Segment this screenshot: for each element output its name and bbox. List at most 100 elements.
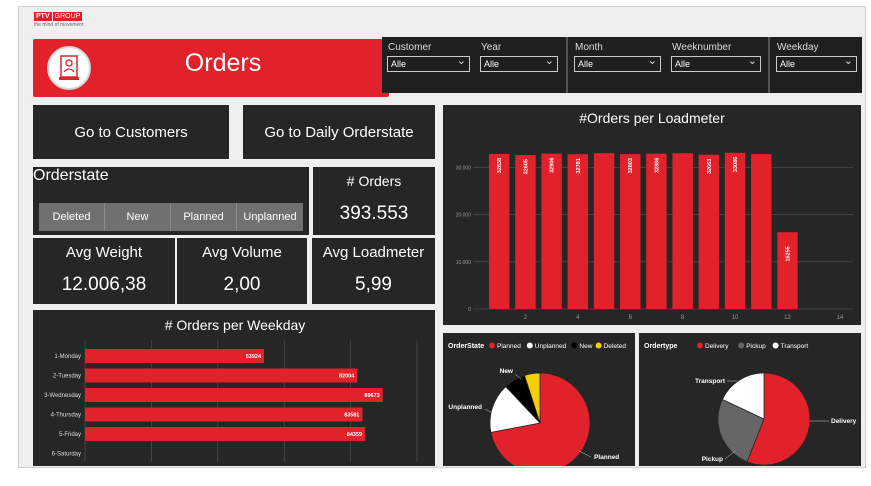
category-label: 4-Thursday xyxy=(51,413,81,419)
report-page: PTV GROUP the mind of movement Orders Cus… xyxy=(18,6,866,478)
slice-label: New xyxy=(500,368,514,375)
orderstate-deleted-button[interactable]: Deleted xyxy=(39,203,105,231)
orderstate-new-button[interactable]: New xyxy=(105,203,171,231)
bar xyxy=(620,154,641,309)
bar-data-label: 16255 xyxy=(785,246,791,261)
dropdown-value: Alle xyxy=(675,59,691,69)
slice-label: Planned xyxy=(594,454,619,461)
orders-per-loadmeter-chart: #Orders per Loadmeter 32838 32605 32906 327… xyxy=(443,105,861,325)
legend-marker xyxy=(738,342,745,349)
ptv-group-logo: PTV GROUP the mind of movement xyxy=(34,12,83,28)
legend-marker xyxy=(489,342,495,349)
page-title: Orders xyxy=(184,49,262,77)
slice-label: Unplanned xyxy=(448,404,482,411)
ordertype-pie-chart: Ordertype Delivery Pickup Transport Deliver… xyxy=(639,333,861,466)
orders-per-weekday-svg: # Orders per Weekday 53924 82004 89673 8358… xyxy=(44,317,426,478)
filter-customer[interactable]: Customer Alle ⌄ xyxy=(382,37,475,93)
category-label: 5-Friday xyxy=(59,432,81,438)
go-to-customers-button[interactable]: Go to Customers xyxy=(33,105,229,159)
legend-item: New xyxy=(579,343,592,350)
chart-title: # Orders per Weekday xyxy=(165,317,306,333)
label-leader-line xyxy=(578,450,592,458)
y-tick-label: 10.000 xyxy=(456,260,472,266)
chevron-down-icon: ⌄ xyxy=(544,55,554,67)
x-tick-label: 4 xyxy=(576,315,580,321)
orders-per-weekday-chart: # Orders per Weekday 53924 82004 89673 8358… xyxy=(33,310,435,478)
orderstate-pie-svg: OrderState Planned Unplanned New Deleted Pla… xyxy=(448,342,627,474)
filter-weekday[interactable]: Weekday Alle ⌄ xyxy=(771,37,862,93)
orders-per-loadmeter-svg: #Orders per Loadmeter 32838 32605 32906 327… xyxy=(456,110,853,321)
dropdown-value: Alle xyxy=(484,59,500,69)
go-to-daily-orderstate-button[interactable]: Go to Daily Orderstate xyxy=(243,105,435,159)
label-leader-line xyxy=(724,450,736,460)
bar xyxy=(85,407,363,422)
avg-weight-card: Avg Weight 12.006,38 xyxy=(33,238,175,304)
chevron-down-icon: ⌄ xyxy=(843,55,853,67)
month-dropdown[interactable]: Alle ⌄ xyxy=(574,55,661,72)
filter-year[interactable]: Year Alle ⌄ xyxy=(475,37,563,93)
bar-data-label: 33086 xyxy=(733,157,739,172)
category-label: 2-Tuesday xyxy=(53,374,81,380)
kpi-label: Avg Volume xyxy=(202,244,282,261)
bar-data-label: 32906 xyxy=(550,158,556,173)
brand-group: GROUP xyxy=(52,12,83,21)
slice-label: Transport xyxy=(695,378,726,385)
bar xyxy=(85,427,366,441)
weeknumber-dropdown[interactable]: Alle ⌄ xyxy=(671,55,761,72)
orders-count-card: # Orders 393.553 xyxy=(313,167,435,235)
bar-data-label: 82004 xyxy=(339,374,355,380)
bar-data-label: 32803 xyxy=(628,158,634,173)
customer-dropdown[interactable]: Alle ⌄ xyxy=(387,55,470,72)
chevron-down-icon: ⌄ xyxy=(747,55,757,67)
orderstate-pie-chart: OrderState Planned Unplanned New Deleted Pla… xyxy=(443,333,635,474)
bar xyxy=(751,154,772,309)
weekday-dropdown[interactable]: Alle ⌄ xyxy=(776,55,857,72)
legend-marker xyxy=(571,342,578,349)
legend-item: Delivery xyxy=(705,343,729,350)
bar xyxy=(724,152,746,309)
year-dropdown[interactable]: Alle ⌄ xyxy=(480,55,558,72)
legend-item: Unplanned xyxy=(535,343,567,350)
kpi-value: 2,00 xyxy=(223,274,261,295)
kpi-label: # Orders xyxy=(346,173,402,189)
filter-divider xyxy=(768,37,770,93)
bar-data-label: 84359 xyxy=(347,432,362,438)
pie-title: Ordertype xyxy=(644,343,678,350)
chart-title: #Orders per Loadmeter xyxy=(579,110,725,126)
bar xyxy=(85,368,358,383)
bar-data-label: 53924 xyxy=(246,354,262,360)
orderstate-unplanned-button[interactable]: Unplanned xyxy=(237,203,303,231)
avg-volume-card: Avg Volume 2,00 xyxy=(177,238,307,304)
document-user-icon xyxy=(47,46,91,90)
pie-title: OrderState xyxy=(448,343,484,350)
filter-divider xyxy=(566,37,568,93)
legend-item: Transport xyxy=(781,343,809,350)
kpi-value: 12.006,38 xyxy=(61,274,147,295)
bar xyxy=(515,155,536,309)
kpi-value: 5,99 xyxy=(355,274,392,295)
legend-marker xyxy=(697,342,703,349)
bar xyxy=(85,349,265,363)
legend-item: Pickup xyxy=(746,343,766,350)
legend-marker xyxy=(772,342,779,349)
x-tick-label: 6 xyxy=(629,315,633,321)
bar xyxy=(488,153,510,309)
y-tick-label: 30.000 xyxy=(456,165,472,171)
orderstate-planned-button[interactable]: Planned xyxy=(171,203,237,231)
orderstate-title: Orderstate xyxy=(33,167,109,184)
y-tick-label: 20.000 xyxy=(456,213,472,219)
bar-data-label: 32663 xyxy=(707,159,713,174)
filter-label: Month xyxy=(575,42,603,53)
kpi-label: Avg Loadmeter xyxy=(322,244,425,261)
filter-month[interactable]: Month Alle ⌄ xyxy=(569,37,666,93)
dropdown-value: Alle xyxy=(578,59,594,69)
bar xyxy=(567,154,589,309)
dropdown-value: Alle xyxy=(391,59,407,69)
filter-label: Customer xyxy=(388,42,432,53)
bar-data-label: 32838 xyxy=(497,158,503,173)
filter-label: Year xyxy=(481,42,502,53)
dropdown-value: Alle xyxy=(780,59,796,69)
bar xyxy=(593,153,615,309)
filter-weeknumber[interactable]: Weeknumber Alle ⌄ xyxy=(666,37,766,93)
legend-item: Deleted xyxy=(604,343,627,350)
